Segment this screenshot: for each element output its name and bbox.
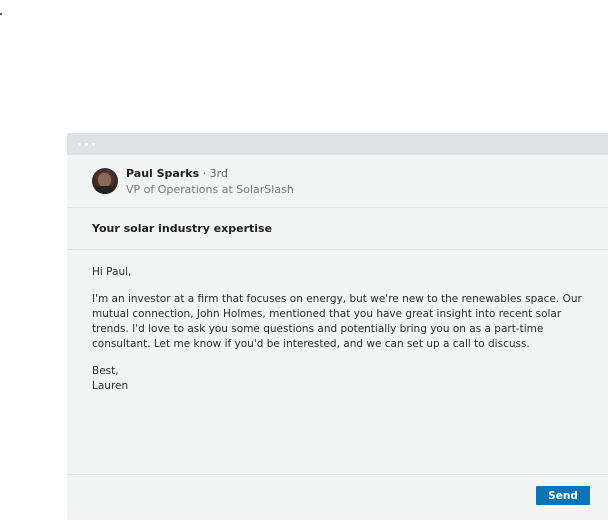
recipient-name[interactable]: Paul Sparks <box>126 167 199 180</box>
message-body[interactable]: Hi Paul, I'm an investor at a firm that … <box>67 250 608 475</box>
recipient-info: Paul Sparks · 3rd VP of Operations at So… <box>126 168 294 195</box>
signoff: Best, <box>92 365 119 377</box>
window-dot-icon <box>78 142 81 146</box>
greeting: Hi Paul, <box>92 266 132 278</box>
corner-dot <box>0 13 2 15</box>
recipient-name-line: Paul Sparks · 3rd <box>126 168 294 179</box>
window-dot-icon <box>92 142 95 146</box>
recipient-headline: VP of Operations at SolarSlash <box>126 182 294 196</box>
subject-field[interactable]: Your solar industry expertise <box>67 208 608 250</box>
window-titlebar <box>67 133 608 155</box>
window-dot-icon <box>85 142 88 146</box>
signature: Lauren <box>92 380 129 392</box>
message-card: Paul Sparks · 3rd VP of Operations at So… <box>67 133 608 520</box>
avatar[interactable] <box>92 168 118 194</box>
connection-degree: · 3rd <box>202 166 228 180</box>
page: Paul Sparks · 3rd VP of Operations at So… <box>0 0 608 526</box>
message-footer: Send <box>67 475 608 519</box>
recipient-header: Paul Sparks · 3rd VP of Operations at So… <box>67 155 608 208</box>
message-paragraph: I'm an investor at a firm that focuses o… <box>92 293 582 350</box>
send-button[interactable]: Send <box>536 486 590 505</box>
